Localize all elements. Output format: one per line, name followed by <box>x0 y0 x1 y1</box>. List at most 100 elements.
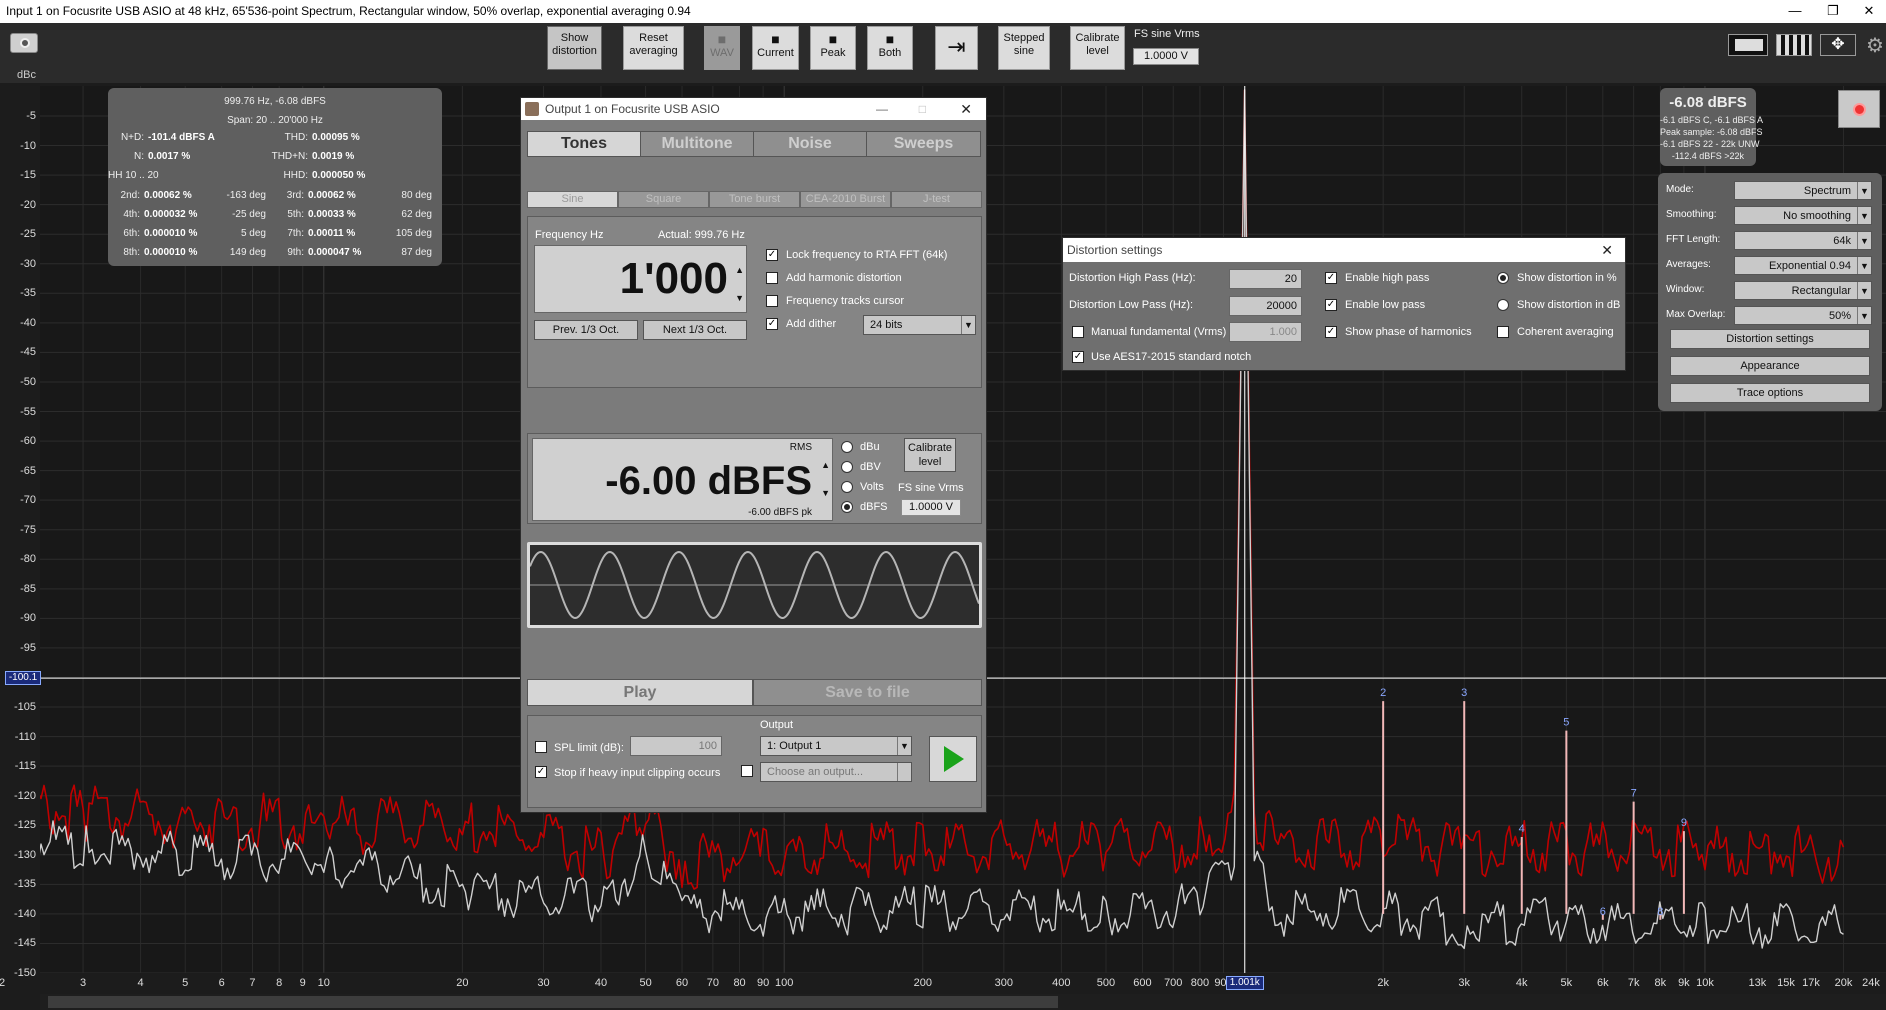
distortion-settings-dialog: Distortion settings ✕ Distortion High Pas… <box>1062 237 1626 371</box>
appearance-button[interactable]: Appearance <box>1670 356 1870 376</box>
frequency-input[interactable]: 1'000 ▲ ▼ <box>534 245 747 313</box>
enable-low-pass-checkbox[interactable]: ✓ <box>1325 299 1337 311</box>
camera-icon[interactable] <box>10 33 38 53</box>
save-peak-button[interactable]: ■ Peak <box>810 26 856 70</box>
setting-select-fft-length[interactable]: 64k ▼ <box>1734 231 1872 250</box>
tab-noise[interactable]: Noise <box>753 131 867 157</box>
level-spin-icon[interactable]: ▲ ▼ <box>821 451 830 507</box>
unit-volts-radio[interactable] <box>841 481 853 493</box>
unit-dbfs-radio[interactable] <box>841 501 853 513</box>
both-label: Both <box>878 47 902 59</box>
gen-fs-sine-input[interactable]: 1.0000 V <box>901 499 961 516</box>
harmonic-phase: 149 deg <box>229 247 266 258</box>
aes17-checkbox[interactable]: ✓ <box>1072 351 1084 363</box>
show-db-radio[interactable] <box>1497 299 1509 311</box>
second-output-checkbox[interactable] <box>741 765 753 777</box>
wav-label: WAV <box>710 47 734 59</box>
chevron-down-icon: ▼ <box>1857 207 1871 224</box>
unit-dbv-label: dBV <box>860 461 881 473</box>
setting-select-mode[interactable]: Spectrum ▼ <box>1734 181 1872 200</box>
harmonic-name: 2nd: <box>120 190 140 201</box>
import-icon[interactable]: ⇥ <box>935 26 978 70</box>
trace-options-button[interactable]: Trace options <box>1670 383 1870 403</box>
y-tick-label: -120 <box>13 789 36 802</box>
harmonic-name: 7th: <box>287 228 304 239</box>
manual-fundamental-checkbox[interactable] <box>1072 326 1084 338</box>
spl-limit-checkbox[interactable] <box>535 741 547 753</box>
x-tick-label: 20 <box>456 977 469 989</box>
harmonic-value: 0.00033 % <box>308 209 356 220</box>
setting-select-averages[interactable]: Exponential 0.94 ▼ <box>1734 256 1872 275</box>
setting-select-max-overlap[interactable]: 50% ▼ <box>1734 306 1872 325</box>
subtab-j-test[interactable]: J-test <box>891 191 982 208</box>
add-harmonic-checkbox[interactable] <box>766 272 778 284</box>
subtab-tone-burst[interactable]: Tone burst <box>709 191 800 208</box>
frequency-spin-icon[interactable]: ▲ ▼ <box>735 256 744 312</box>
setting-label-fft-length: FFT Length: <box>1666 234 1721 245</box>
fullscreen-icon[interactable]: ✥ <box>1820 34 1856 56</box>
overlay-row-label: N+D: <box>120 132 144 143</box>
high-pass-input[interactable]: 20 <box>1229 269 1302 289</box>
unit-dbv-radio[interactable] <box>841 461 853 473</box>
level-line-4: -112.4 dBFS >22k <box>1671 151 1745 161</box>
show-phase-checkbox[interactable]: ✓ <box>1325 326 1337 338</box>
generator-calibrate-button[interactable]: Calibrate level <box>904 438 956 472</box>
add-dither-checkbox[interactable]: ✓ <box>766 318 778 330</box>
frequency-tracks-checkbox[interactable] <box>766 295 778 307</box>
fs-sine-label: FS sine Vrms <box>1134 28 1200 40</box>
output-select[interactable]: 1: Output 1 ▼ <box>760 736 912 756</box>
low-pass-input[interactable]: 20000 <box>1229 296 1302 316</box>
distortion-close-button[interactable]: ✕ <box>1601 238 1613 262</box>
lock-frequency-checkbox[interactable]: ✓ <box>766 249 778 261</box>
enable-high-pass-checkbox[interactable]: ✓ <box>1325 272 1337 284</box>
subtab-cea-2010[interactable]: CEA-2010 Burst <box>800 191 891 208</box>
x-tick-label: 40 <box>594 977 608 989</box>
save-both-button[interactable]: ■ Both <box>867 26 913 70</box>
high-pass-label: Distortion High Pass (Hz): <box>1069 272 1196 284</box>
coherent-averaging-checkbox[interactable] <box>1497 326 1509 338</box>
distortion-settings-button[interactable]: Distortion settings <box>1670 329 1870 349</box>
stepped-sine-button[interactable]: Stepped sine <box>998 26 1050 70</box>
generator-close-button[interactable]: ✕ <box>960 98 972 120</box>
stop-clipping-checkbox[interactable]: ✓ <box>535 766 547 778</box>
fs-sine-input[interactable]: 1.0000 V <box>1133 48 1199 65</box>
play-button[interactable]: Play <box>527 679 753 706</box>
tab-multitone[interactable]: Multitone <box>640 131 754 157</box>
prev-third-octave-button[interactable]: Prev. 1/3 Oct. <box>534 320 638 340</box>
save-current-button[interactable]: ■ Current <box>752 26 799 70</box>
show-distortion-button[interactable]: Show distortion <box>547 26 602 70</box>
level-input[interactable]: RMS -6.00 dBFS -6.00 dBFS pk ▲ ▼ <box>532 438 833 521</box>
layout-single-icon[interactable] <box>1728 34 1768 56</box>
reset-averaging-button[interactable]: Reset averaging <box>623 26 684 70</box>
unit-dbu-radio[interactable] <box>841 441 853 453</box>
setting-select-window[interactable]: Rectangular ▼ <box>1734 281 1872 300</box>
add-harmonic-label: Add harmonic distortion <box>786 272 902 284</box>
play-icon <box>944 746 964 772</box>
generator-maximize-button: □ <box>918 102 926 116</box>
subtab-square[interactable]: Square <box>618 191 709 208</box>
y-tick-label: -150 <box>13 967 36 979</box>
save-to-file-button[interactable]: Save to file <box>753 679 982 706</box>
horizontal-scrollbar[interactable] <box>40 994 1886 1010</box>
tab-sweeps[interactable]: Sweeps <box>866 131 981 157</box>
scrollbar-thumb[interactable] <box>48 996 1058 1008</box>
harmonic-phase: 5 deg <box>240 228 266 239</box>
generator-minimize-button[interactable]: — <box>876 98 888 120</box>
layout-columns-icon[interactable] <box>1776 34 1812 56</box>
record-button[interactable] <box>1838 90 1880 128</box>
close-button[interactable]: ✕ <box>1846 0 1886 23</box>
show-percent-radio[interactable] <box>1497 272 1509 284</box>
tab-tones[interactable]: Tones <box>527 131 641 157</box>
output-label: Output <box>760 719 794 731</box>
gear-icon[interactable]: ⚙ <box>1866 33 1884 58</box>
dither-bits-select[interactable]: 24 bits ▼ <box>863 315 976 335</box>
setting-select-smoothing[interactable]: No smoothing ▼ <box>1734 206 1872 225</box>
subtab-sine[interactable]: Sine <box>527 191 618 208</box>
y-tick-label: -80 <box>20 553 36 566</box>
chevron-down-icon: ▼ <box>1857 307 1871 324</box>
play-generator-button[interactable] <box>929 736 977 782</box>
sine-waveform <box>529 550 980 620</box>
y-tick-label: -5 <box>26 110 36 122</box>
next-third-octave-button[interactable]: Next 1/3 Oct. <box>643 320 747 340</box>
calibrate-level-button[interactable]: Calibrate level <box>1070 26 1125 70</box>
